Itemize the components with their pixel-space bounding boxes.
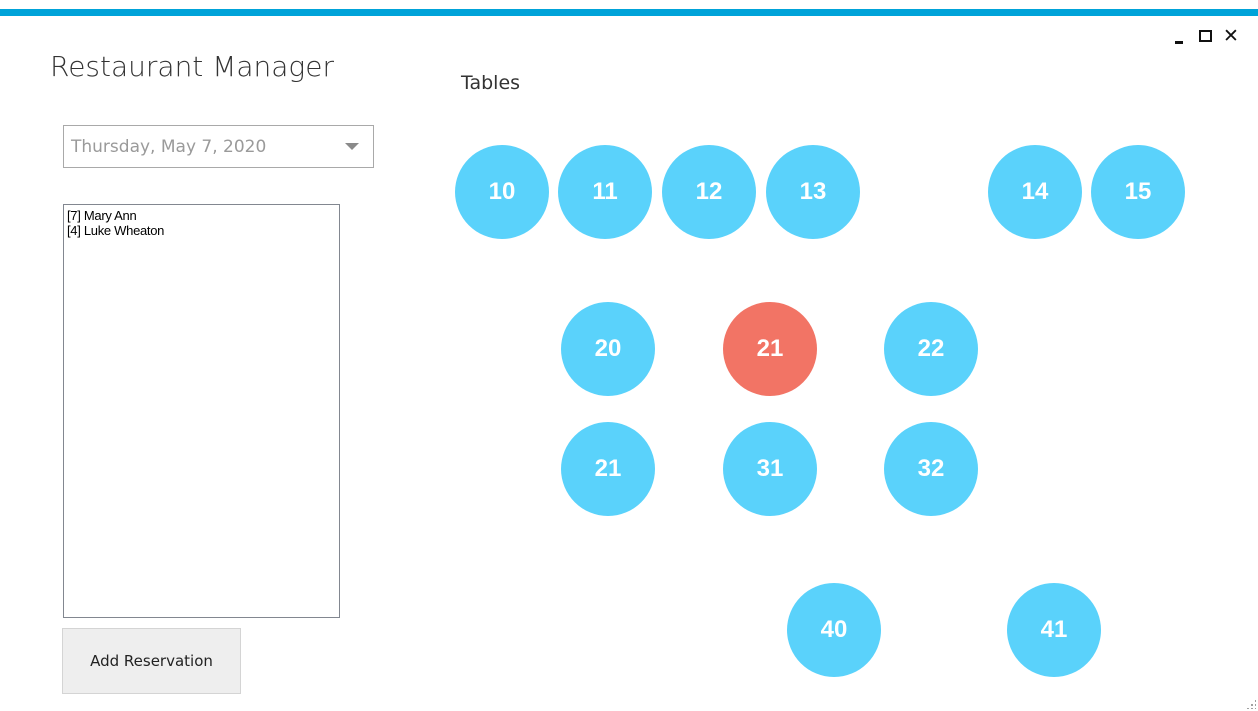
window-controls: ✕ xyxy=(1166,26,1244,46)
add-reservation-button[interactable]: Add Reservation xyxy=(62,628,241,694)
maximize-icon xyxy=(1198,30,1212,42)
table-32[interactable]: 32 xyxy=(884,422,978,516)
resize-grip-icon[interactable] xyxy=(1246,699,1256,709)
maximize-button[interactable] xyxy=(1192,26,1218,46)
table-22[interactable]: 22 xyxy=(884,302,978,396)
list-item[interactable]: [7] Mary Ann xyxy=(67,208,336,223)
date-picker-value: Thursday, May 7, 2020 xyxy=(71,136,267,157)
close-icon: ✕ xyxy=(1223,24,1239,47)
date-picker[interactable]: Thursday, May 7, 2020 xyxy=(63,125,374,168)
table-20[interactable]: 20 xyxy=(561,302,655,396)
table-15[interactable]: 15 xyxy=(1091,145,1185,239)
table-11[interactable]: 11 xyxy=(558,145,652,239)
tables-heading: Tables xyxy=(461,72,521,94)
table-13[interactable]: 13 xyxy=(766,145,860,239)
table-21-occupied[interactable]: 21 xyxy=(723,302,817,396)
table-10[interactable]: 10 xyxy=(455,145,549,239)
app-title: Restaurant Manager xyxy=(50,50,334,83)
table-40[interactable]: 40 xyxy=(787,583,881,677)
reservation-list[interactable]: [7] Mary Ann [4] Luke Wheaton xyxy=(63,204,340,618)
app-window: ✕ Restaurant Manager Thursday, May 7, 20… xyxy=(0,0,1258,711)
table-31[interactable]: 31 xyxy=(723,422,817,516)
table-41[interactable]: 41 xyxy=(1007,583,1101,677)
chevron-down-icon xyxy=(345,143,359,150)
table-12[interactable]: 12 xyxy=(662,145,756,239)
table-14[interactable]: 14 xyxy=(988,145,1082,239)
accent-bar xyxy=(0,9,1258,16)
table-21-second[interactable]: 21 xyxy=(561,422,655,516)
close-button[interactable]: ✕ xyxy=(1218,26,1244,46)
minimize-button[interactable] xyxy=(1166,26,1192,46)
list-item[interactable]: [4] Luke Wheaton xyxy=(67,223,336,238)
minimize-icon xyxy=(1175,40,1183,44)
